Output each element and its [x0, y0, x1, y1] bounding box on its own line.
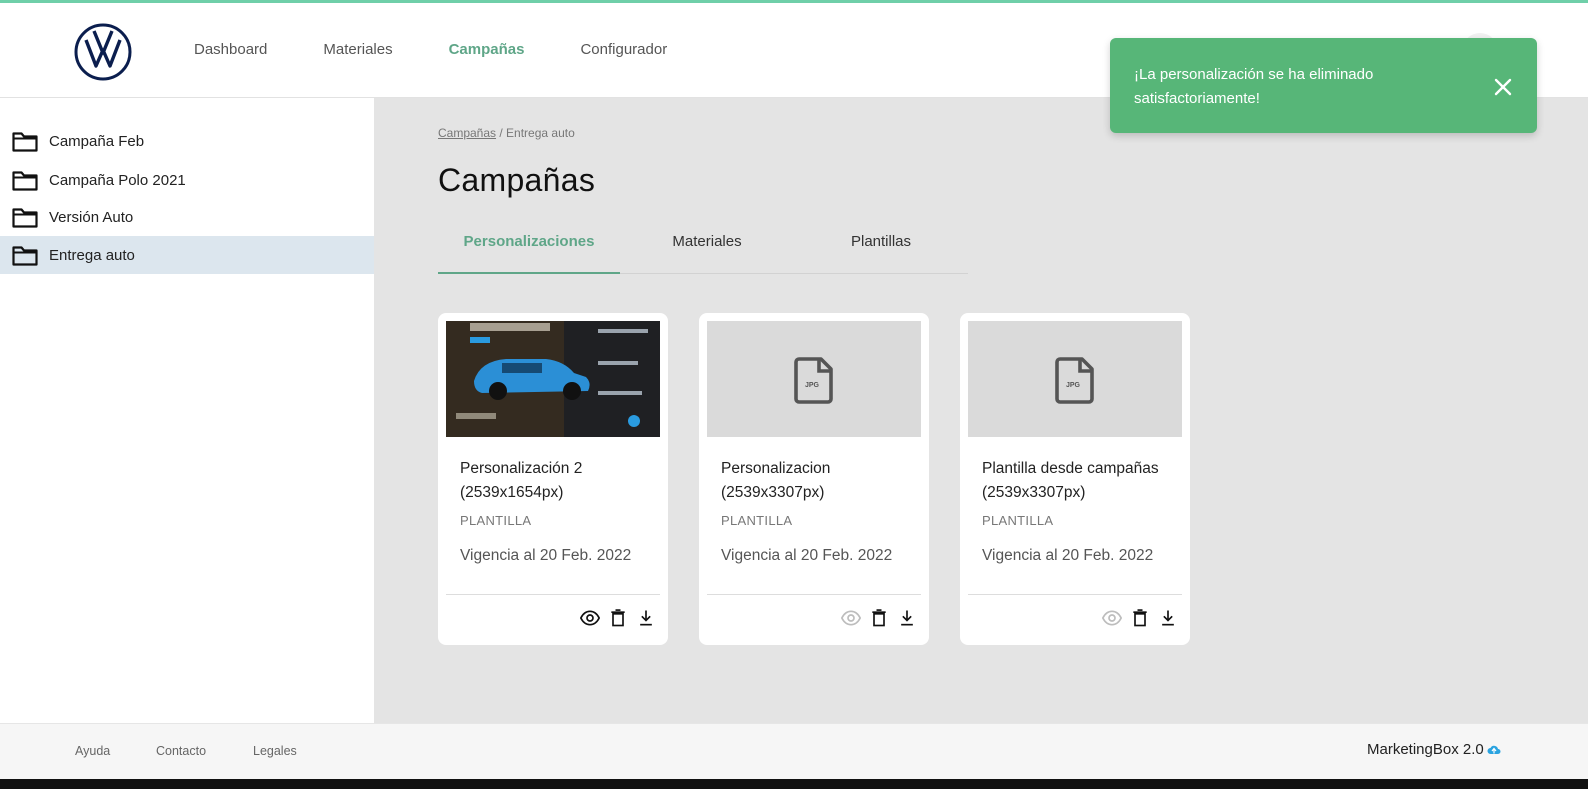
eye-icon: [841, 608, 861, 628]
campaign-card[interactable]: JPG Plantilla desde campañas (2539x3307p…: [960, 313, 1190, 645]
card-divider: [968, 594, 1182, 595]
download-icon[interactable]: [636, 608, 656, 628]
success-toast: ¡La personalización se ha eliminado sati…: [1110, 38, 1537, 133]
toast-message: ¡La personalización se ha eliminado sati…: [1134, 66, 1374, 107]
tab-personalizaciones[interactable]: Personalizaciones: [438, 224, 620, 274]
sidebar-item-campana-feb[interactable]: Campaña Feb: [0, 122, 374, 160]
nav-configurador[interactable]: Configurador: [580, 41, 667, 58]
breadcrumb-current: Entrega auto: [506, 126, 575, 140]
nav-materiales[interactable]: Materiales: [323, 41, 392, 58]
download-icon[interactable]: [897, 608, 917, 628]
tab-plantillas[interactable]: Plantillas: [794, 224, 968, 274]
footer-brand: MarketingBox 2.0: [1367, 741, 1501, 758]
card-type: PLANTILLA: [721, 513, 793, 528]
sidebar-item-label: Entrega auto: [49, 246, 135, 264]
tab-materiales[interactable]: Materiales: [620, 224, 794, 274]
breadcrumb: Campañas / Entrega auto: [438, 126, 575, 140]
folder-icon: [12, 132, 38, 152]
main-nav: Dashboard Materiales Campañas Configurad…: [194, 41, 723, 58]
card-validity: Vigencia al 20 Feb. 2022: [982, 547, 1154, 564]
folder-icon: [12, 171, 38, 191]
card-actions: [833, 608, 917, 628]
breadcrumb-separator: /: [496, 126, 507, 140]
card-thumbnail-photo[interactable]: [446, 321, 660, 437]
campaign-card[interactable]: Personalización 2 (2539x1654px) PLANTILL…: [438, 313, 668, 645]
trash-icon[interactable]: [608, 608, 628, 628]
jpg-file-icon-label: JPG: [1066, 382, 1081, 389]
download-icon[interactable]: [1158, 608, 1178, 628]
folder-icon: [12, 208, 38, 228]
card-validity: Vigencia al 20 Feb. 2022: [460, 547, 632, 564]
bottom-edge: [0, 779, 1588, 789]
card-title: Personalización 2 (2539x1654px): [460, 460, 583, 501]
card-actions: [1094, 608, 1178, 628]
campaign-card[interactable]: JPG Personalizacion (2539x3307px) PLANTI…: [699, 313, 929, 645]
trash-icon[interactable]: [869, 608, 889, 628]
vw-logo[interactable]: [74, 23, 132, 81]
folder-sidebar: Campaña Feb Campaña Polo 2021 Versión Au…: [0, 98, 374, 723]
card-thumbnail[interactable]: JPG: [707, 321, 921, 437]
footer-link-contacto[interactable]: Contacto: [156, 744, 206, 758]
footer: Ayuda Contacto Legales MarketingBox 2.0: [0, 723, 1588, 779]
card-type: PLANTILLA: [460, 513, 532, 528]
card-divider: [446, 594, 660, 595]
sidebar-item-version-auto[interactable]: Versión Auto: [0, 198, 374, 236]
trash-icon[interactable]: [1130, 608, 1150, 628]
folder-icon: [12, 246, 38, 266]
footer-link-legales[interactable]: Legales: [253, 744, 297, 758]
card-title: Plantilla desde campañas (2539x3307px): [982, 460, 1159, 501]
card-actions: [572, 608, 656, 628]
cloud-icon: [1487, 745, 1501, 754]
footer-link-ayuda[interactable]: Ayuda: [75, 744, 110, 758]
close-icon[interactable]: [1492, 76, 1514, 98]
page-title: Campañas: [438, 162, 596, 198]
sidebar-item-label: Campaña Feb: [49, 132, 145, 150]
nav-campanas[interactable]: Campañas: [449, 41, 525, 58]
sidebar-item-label: Campaña Polo 2021: [49, 171, 186, 189]
card-validity: Vigencia al 20 Feb. 2022: [721, 547, 893, 564]
tab-bar: Personalizaciones Materiales Plantillas: [438, 224, 968, 274]
eye-icon[interactable]: [580, 608, 600, 628]
nav-dashboard[interactable]: Dashboard: [194, 41, 267, 58]
sidebar-item-campana-polo-2021[interactable]: Campaña Polo 2021: [0, 161, 374, 199]
jpg-file-icon-label: JPG: [805, 382, 820, 389]
card-divider: [707, 594, 921, 595]
main-content: Campañas / Entrega auto Campañas Persona…: [374, 98, 1588, 723]
eye-icon: [1102, 608, 1122, 628]
footer-brand-text: MarketingBox 2.0: [1367, 741, 1484, 758]
sidebar-item-label: Versión Auto: [49, 208, 134, 226]
card-thumbnail[interactable]: JPG: [968, 321, 1182, 437]
card-type: PLANTILLA: [982, 513, 1054, 528]
card-title: Personalizacion (2539x3307px): [721, 460, 831, 501]
breadcrumb-root-link[interactable]: Campañas: [438, 126, 496, 140]
sidebar-item-entrega-auto[interactable]: Entrega auto: [0, 236, 374, 274]
